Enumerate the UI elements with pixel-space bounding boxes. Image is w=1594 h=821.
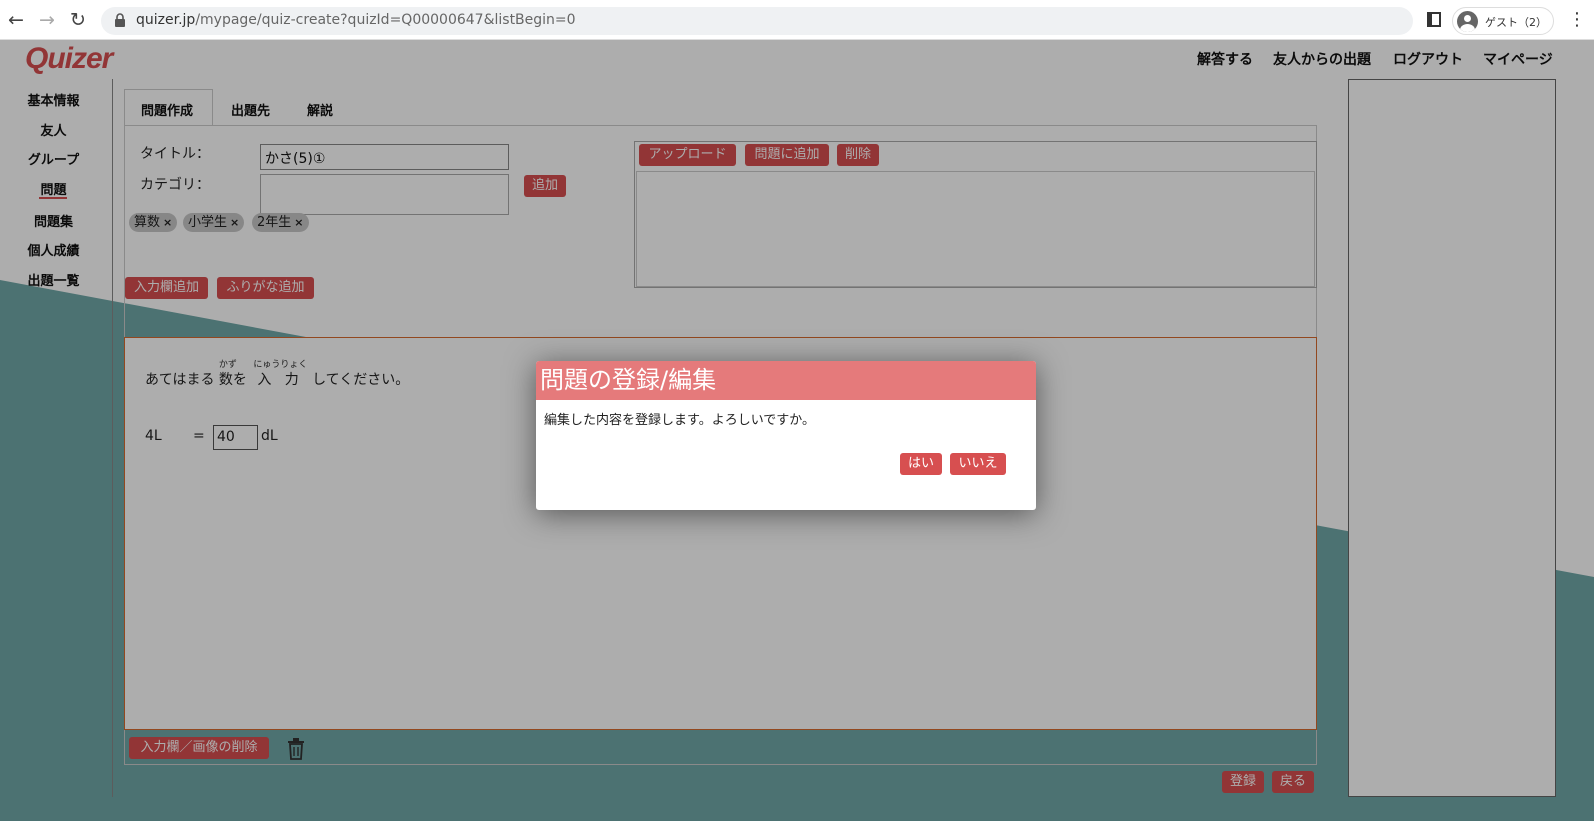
lock-icon [115, 13, 125, 27]
browser-toolbar: ← → ↻ quizer.jp/mypage/quiz-create?quizI… [0, 0, 1594, 40]
tab-search-icon[interactable] [1427, 12, 1441, 27]
avatar-icon [1457, 11, 1478, 32]
reload-icon[interactable]: ↻ [66, 8, 90, 32]
profile-label: ゲスト（2） [1485, 16, 1547, 29]
forward-arrow-icon[interactable]: → [35, 8, 59, 32]
dialog-message: 編集した内容を登録します。よろしいですか。 [544, 413, 816, 428]
back-arrow-icon[interactable]: ← [4, 8, 28, 32]
dialog-title: 問題の登録/編集 [536, 361, 1036, 400]
yes-button[interactable]: はい [900, 453, 942, 475]
url-text: quizer.jp/mypage/quiz-create?quizId=Q000… [136, 12, 576, 28]
no-button[interactable]: いいえ [950, 453, 1006, 475]
menu-kebab-icon[interactable]: ⋮ [1568, 9, 1586, 31]
address-bar[interactable]: quizer.jp/mypage/quiz-create?quizId=Q000… [101, 7, 1413, 35]
profile-button[interactable]: ゲスト（2） [1452, 7, 1554, 35]
confirm-dialog: 問題の登録/編集 編集した内容を登録します。よろしいですか。 はい いいえ [536, 361, 1036, 510]
